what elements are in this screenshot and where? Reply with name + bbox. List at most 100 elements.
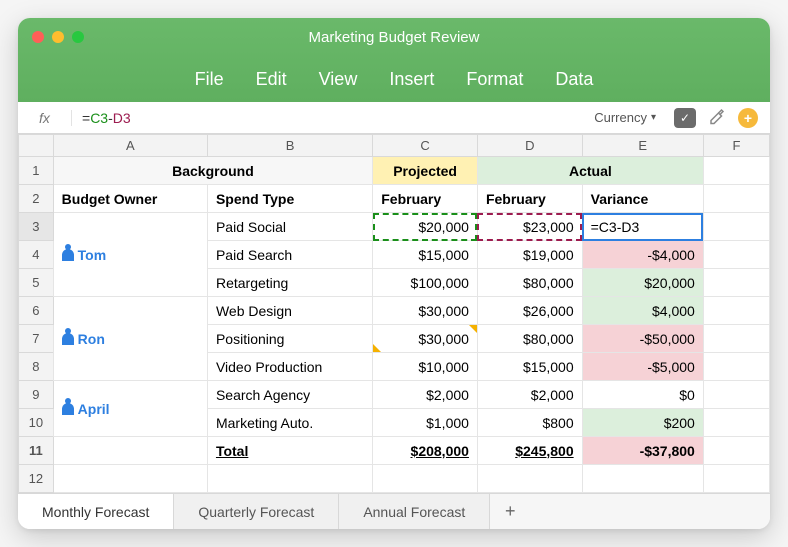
menu-edit[interactable]: Edit bbox=[256, 69, 287, 90]
menu-insert[interactable]: Insert bbox=[389, 69, 434, 90]
cell-proj-0[interactable]: $20,000 bbox=[373, 213, 478, 241]
cell-act-3[interactable]: $26,000 bbox=[477, 297, 582, 325]
row-header-10[interactable]: 10 bbox=[19, 409, 54, 437]
tab-annual-forecast[interactable]: Annual Forecast bbox=[339, 494, 490, 529]
confirm-button[interactable]: ✓ bbox=[674, 108, 696, 128]
cell-f11[interactable] bbox=[703, 437, 769, 465]
menu-file[interactable]: File bbox=[195, 69, 224, 90]
cell-var-2[interactable]: $20,000 bbox=[582, 269, 703, 297]
cell-type-7[interactable]: Marketing Auto. bbox=[207, 409, 372, 437]
cell-a11[interactable] bbox=[53, 437, 207, 465]
cell-f2[interactable] bbox=[703, 185, 769, 213]
cell-act-6[interactable]: $2,000 bbox=[477, 381, 582, 409]
cell-act-1[interactable]: $19,000 bbox=[477, 241, 582, 269]
spreadsheet-grid[interactable]: A B C D E F 1 Background Projected Actua… bbox=[18, 134, 770, 493]
cell-var-0-active[interactable]: =C3-D3 bbox=[582, 213, 703, 241]
cell-f3[interactable] bbox=[703, 213, 769, 241]
header-spend-type[interactable]: Spend Type bbox=[207, 185, 372, 213]
cell-proj-1[interactable]: $15,000 bbox=[373, 241, 478, 269]
cell-f8[interactable] bbox=[703, 353, 769, 381]
col-header-c[interactable]: C bbox=[373, 135, 478, 157]
cell-total-label[interactable]: Total bbox=[207, 437, 372, 465]
cell-f10[interactable] bbox=[703, 409, 769, 437]
cell-var-1[interactable]: -$4,000 bbox=[582, 241, 703, 269]
cell-act-0[interactable]: $23,000 bbox=[477, 213, 582, 241]
cell-var-7[interactable]: $200 bbox=[582, 409, 703, 437]
cell-proj-3[interactable]: $30,000 bbox=[373, 297, 478, 325]
owner-april[interactable]: April bbox=[53, 381, 207, 437]
row-header-3[interactable]: 3 bbox=[19, 213, 54, 241]
header-background[interactable]: Background bbox=[53, 157, 373, 185]
row-header-4[interactable]: 4 bbox=[19, 241, 54, 269]
header-feb-act[interactable]: February bbox=[477, 185, 582, 213]
cell-f6[interactable] bbox=[703, 297, 769, 325]
formula-input[interactable]: =C3-D3 bbox=[72, 110, 576, 126]
owner-tom[interactable]: Tom bbox=[53, 213, 207, 297]
tab-monthly-forecast[interactable]: Monthly Forecast bbox=[18, 494, 174, 529]
cell-f12[interactable] bbox=[703, 465, 769, 493]
header-feb-proj[interactable]: February bbox=[373, 185, 478, 213]
cell-type-1[interactable]: Paid Search bbox=[207, 241, 372, 269]
cell-act-7[interactable]: $800 bbox=[477, 409, 582, 437]
cell-var-6[interactable]: $0 bbox=[582, 381, 703, 409]
close-window-button[interactable] bbox=[32, 31, 44, 43]
cell-var-3[interactable]: $4,000 bbox=[582, 297, 703, 325]
cell-type-6[interactable]: Search Agency bbox=[207, 381, 372, 409]
cell-proj-2[interactable]: $100,000 bbox=[373, 269, 478, 297]
row-header-12[interactable]: 12 bbox=[19, 465, 54, 493]
cell-f5[interactable] bbox=[703, 269, 769, 297]
tab-quarterly-forecast[interactable]: Quarterly Forecast bbox=[174, 494, 339, 529]
menu-format[interactable]: Format bbox=[466, 69, 523, 90]
cell-d12[interactable] bbox=[477, 465, 582, 493]
cell-total-act[interactable]: $245,800 bbox=[477, 437, 582, 465]
cell-type-0[interactable]: Paid Social bbox=[207, 213, 372, 241]
cell-f7[interactable] bbox=[703, 325, 769, 353]
row-header-7[interactable]: 7 bbox=[19, 325, 54, 353]
cell-c12[interactable] bbox=[373, 465, 478, 493]
cell-b12[interactable] bbox=[207, 465, 372, 493]
col-header-d[interactable]: D bbox=[477, 135, 582, 157]
cell-act-4[interactable]: $80,000 bbox=[477, 325, 582, 353]
cell-f1[interactable] bbox=[703, 157, 769, 185]
row-header-9[interactable]: 9 bbox=[19, 381, 54, 409]
cell-e12[interactable] bbox=[582, 465, 703, 493]
col-header-f[interactable]: F bbox=[703, 135, 769, 157]
cell-proj-4[interactable]: $30,000 bbox=[373, 325, 478, 353]
cell-a12[interactable] bbox=[53, 465, 207, 493]
menu-data[interactable]: Data bbox=[555, 69, 593, 90]
col-header-b[interactable]: B bbox=[207, 135, 372, 157]
cell-type-2[interactable]: Retargeting bbox=[207, 269, 372, 297]
header-projected[interactable]: Projected bbox=[373, 157, 478, 185]
cell-proj-7[interactable]: $1,000 bbox=[373, 409, 478, 437]
header-variance[interactable]: Variance bbox=[582, 185, 703, 213]
row-header-5[interactable]: 5 bbox=[19, 269, 54, 297]
row-header-1[interactable]: 1 bbox=[19, 157, 54, 185]
row-header-11[interactable]: 11 bbox=[19, 437, 54, 465]
cell-proj-5[interactable]: $10,000 bbox=[373, 353, 478, 381]
cell-act-5[interactable]: $15,000 bbox=[477, 353, 582, 381]
row-header-2[interactable]: 2 bbox=[19, 185, 54, 213]
cell-var-5[interactable]: -$5,000 bbox=[582, 353, 703, 381]
cell-var-4[interactable]: -$50,000 bbox=[582, 325, 703, 353]
menu-view[interactable]: View bbox=[319, 69, 358, 90]
col-header-e[interactable]: E bbox=[582, 135, 703, 157]
col-header-a[interactable]: A bbox=[53, 135, 207, 157]
minimize-window-button[interactable] bbox=[52, 31, 64, 43]
header-budget-owner[interactable]: Budget Owner bbox=[53, 185, 207, 213]
cell-type-4[interactable]: Positioning bbox=[207, 325, 372, 353]
cell-act-2[interactable]: $80,000 bbox=[477, 269, 582, 297]
cell-type-3[interactable]: Web Design bbox=[207, 297, 372, 325]
cell-total-proj[interactable]: $208,000 bbox=[373, 437, 478, 465]
cell-type-5[interactable]: Video Production bbox=[207, 353, 372, 381]
currency-select[interactable]: Currency ▾ bbox=[588, 108, 662, 127]
row-header-6[interactable]: 6 bbox=[19, 297, 54, 325]
row-header-8[interactable]: 8 bbox=[19, 353, 54, 381]
cell-f4[interactable] bbox=[703, 241, 769, 269]
owner-ron[interactable]: Ron bbox=[53, 297, 207, 381]
format-painter-icon[interactable] bbox=[708, 107, 726, 129]
corner-cell[interactable] bbox=[19, 135, 54, 157]
cell-total-var[interactable]: -$37,800 bbox=[582, 437, 703, 465]
add-button[interactable]: + bbox=[738, 108, 758, 128]
fx-label[interactable]: fx bbox=[18, 110, 72, 126]
cell-f9[interactable] bbox=[703, 381, 769, 409]
